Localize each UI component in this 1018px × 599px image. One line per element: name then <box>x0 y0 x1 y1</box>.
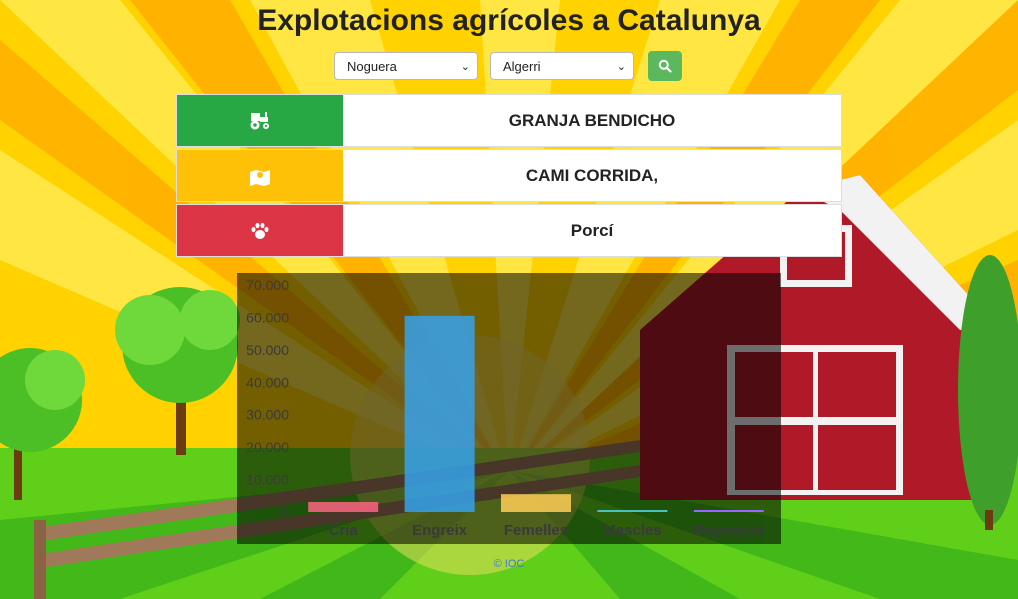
footer-credit: © IOC <box>493 558 525 570</box>
y-tick-label: 10.000 <box>246 472 289 488</box>
x-tick-label: Cria <box>329 522 359 539</box>
farm-address-row: CAMI CORRIDA, <box>176 149 842 202</box>
tractor-icon <box>250 111 269 129</box>
x-tick-label: Reposició <box>693 522 765 539</box>
y-tick-label: 0 <box>281 504 289 520</box>
page-title: Explotacions agrícoles a Catalunya <box>257 4 761 37</box>
farm-address: CAMI CORRIDA, <box>525 165 659 185</box>
farm-name: GRANJA BENDICHO <box>508 110 676 130</box>
x-tick-label: Mascles <box>603 522 661 539</box>
filter-bar: Noguera ⌄ Algerri ⌄ <box>334 51 682 81</box>
comarca-select[interactable]: Noguera ⌄ <box>334 52 478 80</box>
farm-species: Porcí <box>570 220 614 240</box>
y-tick-label: 40.000 <box>246 374 289 390</box>
y-tick-label: 30.000 <box>246 407 289 423</box>
farm-name-icon-cell <box>177 95 343 146</box>
farm-address-icon-cell <box>177 150 343 201</box>
x-tick-label: Femelles <box>504 522 568 539</box>
y-tick-label: 60.000 <box>246 309 289 325</box>
comarca-select-value: Noguera <box>347 58 397 74</box>
municipi-select[interactable]: Algerri ⌄ <box>490 52 634 80</box>
bar-femelles[interactable] <box>501 494 571 512</box>
y-tick-label: 50.000 <box>246 342 289 358</box>
farm-info-table: GRANJA BENDICHO CAMI CORRIDA, Porcí <box>176 94 842 259</box>
farm-species-icon-cell <box>177 205 343 256</box>
paw-icon <box>251 222 269 239</box>
chevron-down-icon: ⌄ <box>460 60 470 73</box>
farm-species-row: Porcí <box>176 204 842 257</box>
bar-cria[interactable] <box>308 502 379 512</box>
municipi-select-value: Algerri <box>503 58 541 74</box>
livestock-chart-svg: 0 10.000 20.000 30.000 40.000 50.000 60.000 70.… <box>246 277 765 539</box>
search-icon <box>658 59 672 73</box>
y-tick-label: 20.000 <box>246 439 289 455</box>
search-button[interactable] <box>648 51 682 81</box>
livestock-chart: 0 10.000 20.000 30.000 40.000 50.000 60.000 70.… <box>237 273 781 544</box>
bar-engreix[interactable] <box>404 315 475 512</box>
farm-name-row: GRANJA BENDICHO <box>176 94 842 147</box>
page: Explotacions agrícoles a Catalunya Nogue… <box>0 0 1018 599</box>
x-tick-label: Engreix <box>412 522 468 539</box>
map-marker-icon <box>250 169 270 186</box>
chevron-down-icon: ⌄ <box>616 60 626 73</box>
y-tick-label: 70.000 <box>246 277 289 293</box>
